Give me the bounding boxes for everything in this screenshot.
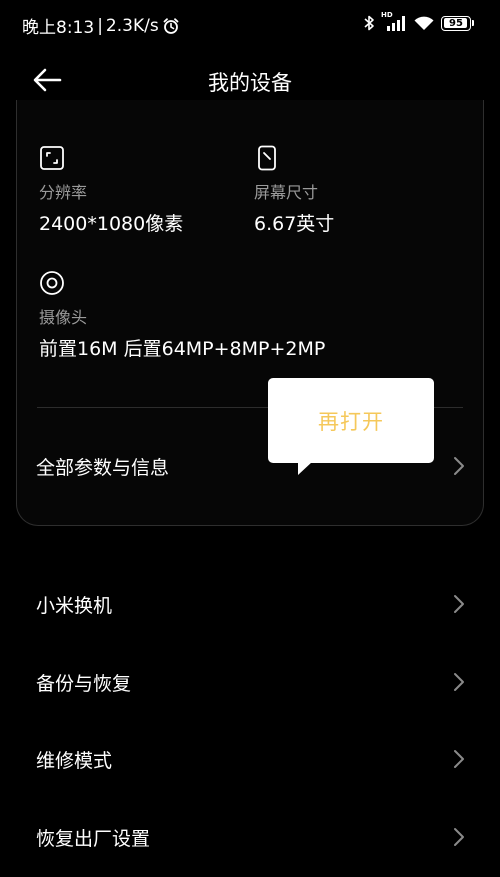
page-title: 我的设备: [208, 71, 292, 95]
alarm-icon: [163, 17, 179, 34]
status-separator: |: [97, 15, 103, 36]
chevron-right-icon: [454, 750, 464, 768]
spec-value-screen-size: 6.67英寸: [254, 213, 335, 235]
spec-label-resolution: 分辨率: [39, 183, 88, 202]
battery-icon: 95: [441, 15, 471, 31]
all-params-label: 全部参数与信息: [36, 456, 170, 479]
menu-item-mi-mover[interactable]: 小米换机: [36, 586, 466, 622]
spec-label-camera: 摄像头: [39, 308, 88, 327]
status-time: 晚上8:13: [22, 18, 95, 38]
net-speed: 2.3K/s: [105, 15, 159, 36]
status-left: 晚上8:13 | 2.3K/s: [22, 13, 180, 38]
bluetooth-icon: [364, 15, 374, 31]
spec-screen-size: 屏幕尺寸 6.67英寸: [254, 145, 334, 236]
menu-item-label: 维修模式: [36, 749, 113, 772]
menu-item-label: 小米换机: [36, 594, 113, 617]
menu-item-repair-mode[interactable]: 维修模式: [36, 741, 466, 777]
resolution-icon: [40, 146, 64, 170]
spec-label-screen-size: 屏幕尺寸: [254, 183, 319, 202]
status-right: HD 95: [363, 11, 474, 32]
chevron-right-icon: [454, 595, 464, 613]
menu-item-label: 备份与恢复: [36, 672, 132, 695]
signal-icon: HD: [381, 11, 407, 32]
menu-item-backup-restore[interactable]: 备份与恢复: [36, 664, 466, 700]
menu-item-factory-reset[interactable]: 恢复出厂设置: [36, 819, 466, 855]
battery-tip: [472, 20, 474, 26]
status-bar: 晚上8:13 | 2.3K/s HD 95: [0, 0, 500, 50]
menu-item-label: 恢复出厂设置: [36, 827, 151, 850]
spec-value-camera: 前置16M 后置64MP+8MP+2MP: [39, 338, 326, 360]
chevron-right-icon: [454, 457, 464, 475]
tooltip-popup[interactable]: 再打开: [268, 378, 434, 475]
spec-resolution: 分辨率 2400*1080像素: [39, 145, 183, 236]
chevron-right-icon: [454, 673, 464, 691]
battery: 95: [441, 15, 474, 31]
camera-icon: [40, 271, 64, 295]
spec-value-resolution: 2400*1080像素: [39, 213, 184, 235]
tooltip-text: 再打开: [318, 409, 384, 434]
spec-camera: 摄像头 前置16M 后置64MP+8MP+2MP: [39, 270, 325, 361]
chevron-right-icon: [454, 828, 464, 846]
battery-text: 95: [449, 17, 463, 29]
screen-size-icon: [258, 145, 276, 171]
header: 我的设备: [0, 55, 500, 105]
wifi-icon: [414, 16, 434, 30]
